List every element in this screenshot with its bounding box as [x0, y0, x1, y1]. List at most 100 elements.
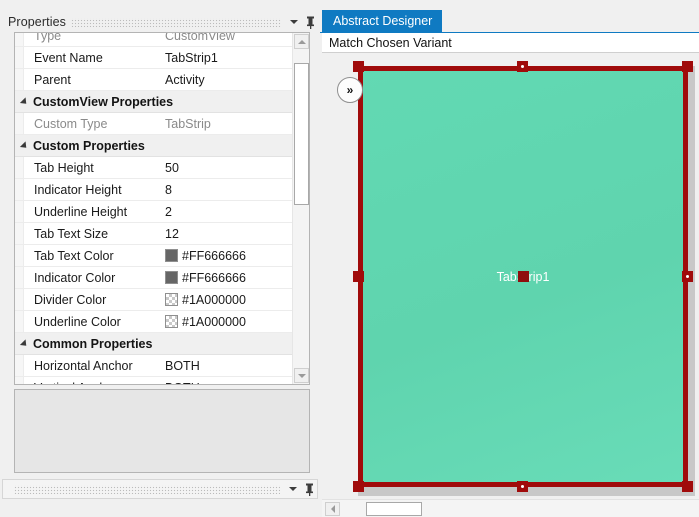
designer-tabstrip: Abstract Designer [320, 10, 699, 33]
property-value-cell[interactable]: 8 [160, 183, 309, 197]
property-row[interactable]: Divider Color #1A000000 [15, 289, 309, 311]
property-value: BOTH [165, 358, 200, 373]
row-gutter [15, 267, 24, 288]
property-group-label: Common Properties [33, 336, 153, 351]
expander-triangle-icon[interactable] [15, 140, 33, 151]
resize-handle-bottom-right[interactable] [682, 481, 693, 492]
horizontal-scrollbar-thumb[interactable] [366, 502, 422, 516]
property-name: Tab Height [34, 160, 94, 175]
property-value-cell[interactable]: Activity [160, 73, 293, 87]
property-group-label: CustomView Properties [33, 94, 174, 109]
left-pane-footer [0, 499, 320, 517]
handle-dot-bottom [521, 485, 524, 488]
bottom-panel-menu-button[interactable] [285, 481, 301, 497]
property-value-cell: CustomView [160, 33, 309, 43]
property-value: TabStrip1 [165, 50, 218, 65]
color-swatch[interactable] [165, 315, 178, 328]
bottom-panel-pin-button[interactable] [301, 481, 317, 497]
property-row[interactable]: Tab Text Size 12 [15, 223, 309, 245]
property-value-cell[interactable]: 50 [160, 161, 309, 175]
expander-triangle-icon[interactable] [15, 338, 33, 349]
property-value-cell[interactable]: #1A000000 [160, 315, 309, 329]
variant-bar[interactable]: Match Chosen Variant [322, 33, 699, 53]
triangle-left-icon [330, 505, 335, 513]
property-grid-rows: Type CustomView Event Name TabStrip1 Parent A… [15, 33, 309, 384]
property-grid-vertical-scrollbar[interactable] [292, 33, 309, 384]
property-name: Divider Color [34, 292, 107, 307]
row-gutter [15, 223, 24, 244]
property-row[interactable]: Horizontal Anchor BOTH [15, 355, 309, 377]
property-row[interactable]: Underline Color #1A000000 [15, 311, 309, 333]
property-value-cell[interactable]: #1A000000 [160, 293, 309, 307]
property-value: #1A000000 [182, 292, 246, 307]
property-row[interactable]: Vertical Anchor BOTH [15, 377, 309, 384]
property-value-cell[interactable]: #FF666666 [160, 249, 309, 263]
property-description-pane [14, 389, 310, 473]
properties-panel-title: Properties [8, 15, 66, 29]
property-name: Horizontal Anchor [34, 358, 133, 373]
row-gutter [15, 311, 24, 332]
vertical-scrollbar-thumb[interactable] [294, 63, 309, 205]
property-row[interactable]: Type CustomView [15, 33, 309, 47]
property-name: Type [34, 33, 62, 43]
property-value: CustomView [165, 33, 235, 43]
property-row[interactable]: Parent Activity [15, 69, 309, 91]
expander-triangle-icon[interactable] [15, 96, 33, 107]
property-value-cell[interactable]: 12 [160, 227, 309, 241]
property-row[interactable]: Event Name TabStrip1 [15, 47, 309, 69]
property-group-header[interactable]: Custom Properties [15, 135, 309, 157]
property-value: BOTH [165, 381, 200, 385]
caret-down-icon [290, 20, 298, 24]
property-row[interactable]: Indicator Color #FF666666 [15, 267, 309, 289]
property-row[interactable]: Custom Type TabStrip [15, 113, 309, 135]
resize-handle-bottom-left[interactable] [353, 481, 364, 492]
properties-panel-header: Properties [2, 12, 318, 32]
property-value: 12 [165, 226, 179, 241]
scroll-up-button[interactable] [294, 34, 309, 49]
tab-abstract-designer[interactable]: Abstract Designer [322, 10, 443, 32]
design-canvas[interactable]: TabStrip1 » [322, 54, 699, 499]
property-name: Underline Color [34, 314, 121, 329]
move-handle-center[interactable] [518, 271, 529, 282]
property-value: 8 [165, 182, 172, 197]
designer-horizontal-scrollbar[interactable] [322, 499, 699, 517]
panel-drag-grip[interactable] [70, 17, 281, 27]
property-value-cell[interactable]: 2 [160, 205, 309, 219]
caret-down-icon [289, 487, 297, 491]
property-value-cell[interactable]: BOTH [160, 381, 293, 385]
property-group-header[interactable]: Common Properties [15, 333, 309, 355]
property-name: Custom Type [34, 116, 108, 131]
property-row[interactable]: Underline Height 2 [15, 201, 309, 223]
pushpin-icon [306, 16, 314, 29]
property-row[interactable]: Tab Height 50 [15, 157, 309, 179]
property-name: Parent [34, 72, 71, 87]
pushpin-icon [305, 483, 313, 496]
color-swatch[interactable] [165, 271, 178, 284]
property-row[interactable]: Indicator Height 8 [15, 179, 309, 201]
resize-handle-top-right[interactable] [682, 61, 693, 72]
property-value-cell[interactable]: TabStrip1 [160, 51, 309, 65]
panel-pin-button[interactable] [302, 14, 318, 30]
resize-handle-middle-left[interactable] [353, 271, 364, 282]
property-grid-viewport: Type CustomView Event Name TabStrip1 Parent A… [15, 33, 309, 384]
color-swatch[interactable] [165, 249, 178, 262]
panel-menu-button[interactable] [286, 14, 302, 30]
properties-pane: Properties Type CustomView Event Name TabSt… [0, 0, 320, 517]
scroll-left-button[interactable] [325, 502, 340, 516]
triangle-up-icon [297, 39, 306, 44]
property-value: #1A000000 [182, 314, 246, 329]
color-swatch[interactable] [165, 293, 178, 306]
resize-handle-top-left[interactable] [353, 61, 364, 72]
property-value-cell[interactable]: BOTH [160, 359, 293, 373]
property-name: Indicator Height [34, 182, 122, 197]
scroll-down-button[interactable] [294, 368, 309, 383]
property-value: 50 [165, 160, 179, 175]
row-gutter [15, 289, 24, 310]
property-row[interactable]: Tab Text Color #FF666666 [15, 245, 309, 267]
property-value: 2 [165, 204, 172, 219]
property-value-cell[interactable]: #FF666666 [160, 271, 309, 285]
property-group-header[interactable]: CustomView Properties [15, 91, 309, 113]
property-grid[interactable]: Type CustomView Event Name TabStrip1 Parent A… [14, 32, 310, 385]
bottom-panel-drag-grip[interactable] [14, 484, 280, 494]
expand-panel-button[interactable]: » [337, 77, 363, 103]
